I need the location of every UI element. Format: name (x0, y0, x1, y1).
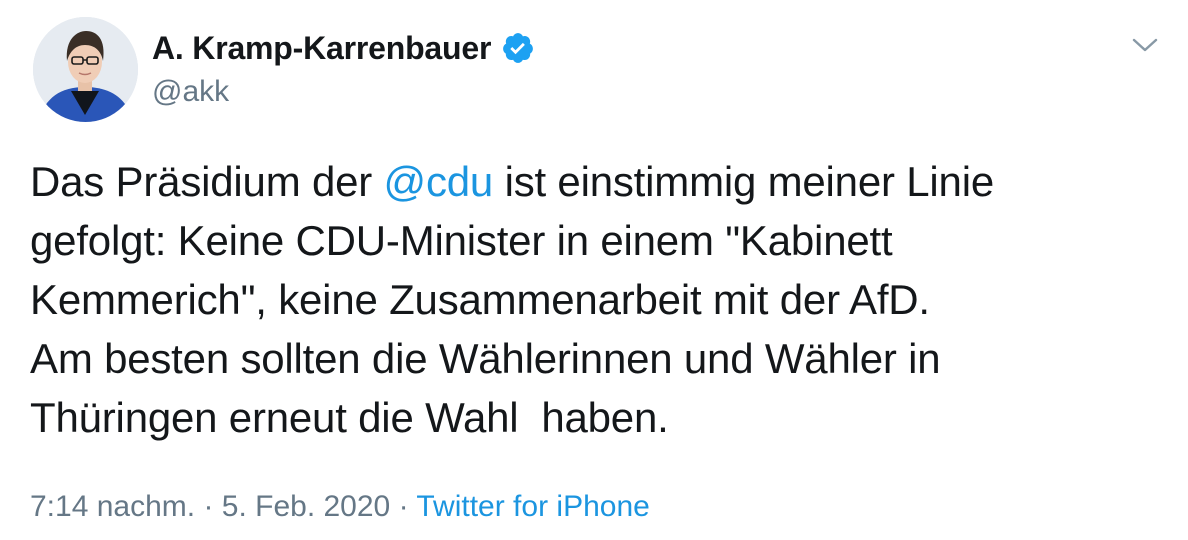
tweet-source-link[interactable]: Twitter for iPhone (416, 490, 649, 523)
mention-link[interactable]: @cdu (384, 158, 494, 205)
author-block: A. Kramp-Karrenbauer @akk (152, 28, 535, 109)
chevron-down-icon (1132, 38, 1158, 52)
tweet-meta: 7:14 nachm. · 5. Feb. 2020 · Twitter for… (30, 490, 650, 524)
meta-separator: · (390, 490, 417, 523)
verified-badge-icon (501, 31, 535, 65)
tweet-menu-button[interactable] (1127, 30, 1163, 60)
tweet-text-line: Am besten sollten die Wählerinnen und Wä… (30, 335, 941, 382)
tweet-time[interactable]: 7:14 nachm. (30, 490, 195, 523)
avatar[interactable] (33, 17, 138, 122)
user-handle[interactable]: @akk (152, 75, 535, 109)
tweet-text-line: Kemmerich", keine Zusammenarbeit mit der… (30, 276, 930, 323)
meta-separator: · (195, 490, 222, 523)
avatar-photo (33, 17, 138, 122)
tweet-text-line: Thüringen erneut die Wahl haben. (30, 394, 669, 441)
tweet-text-segment: ist einstimmig meiner Linie (493, 158, 995, 205)
tweet-text-segment: Das Präsidium der (30, 158, 384, 205)
display-name[interactable]: A. Kramp-Karrenbauer (152, 30, 491, 67)
tweet-text-line: Das Präsidium der @cdu ist einstimmig me… (30, 152, 1150, 211)
tweet-date[interactable]: 5. Feb. 2020 (222, 490, 390, 523)
name-row: A. Kramp-Karrenbauer (152, 28, 535, 68)
tweet-text-line: gefolgt: Keine CDU-Minister in einem "Ka… (30, 217, 893, 264)
tweet-text: Das Präsidium der @cdu ist einstimmig me… (30, 152, 1150, 447)
